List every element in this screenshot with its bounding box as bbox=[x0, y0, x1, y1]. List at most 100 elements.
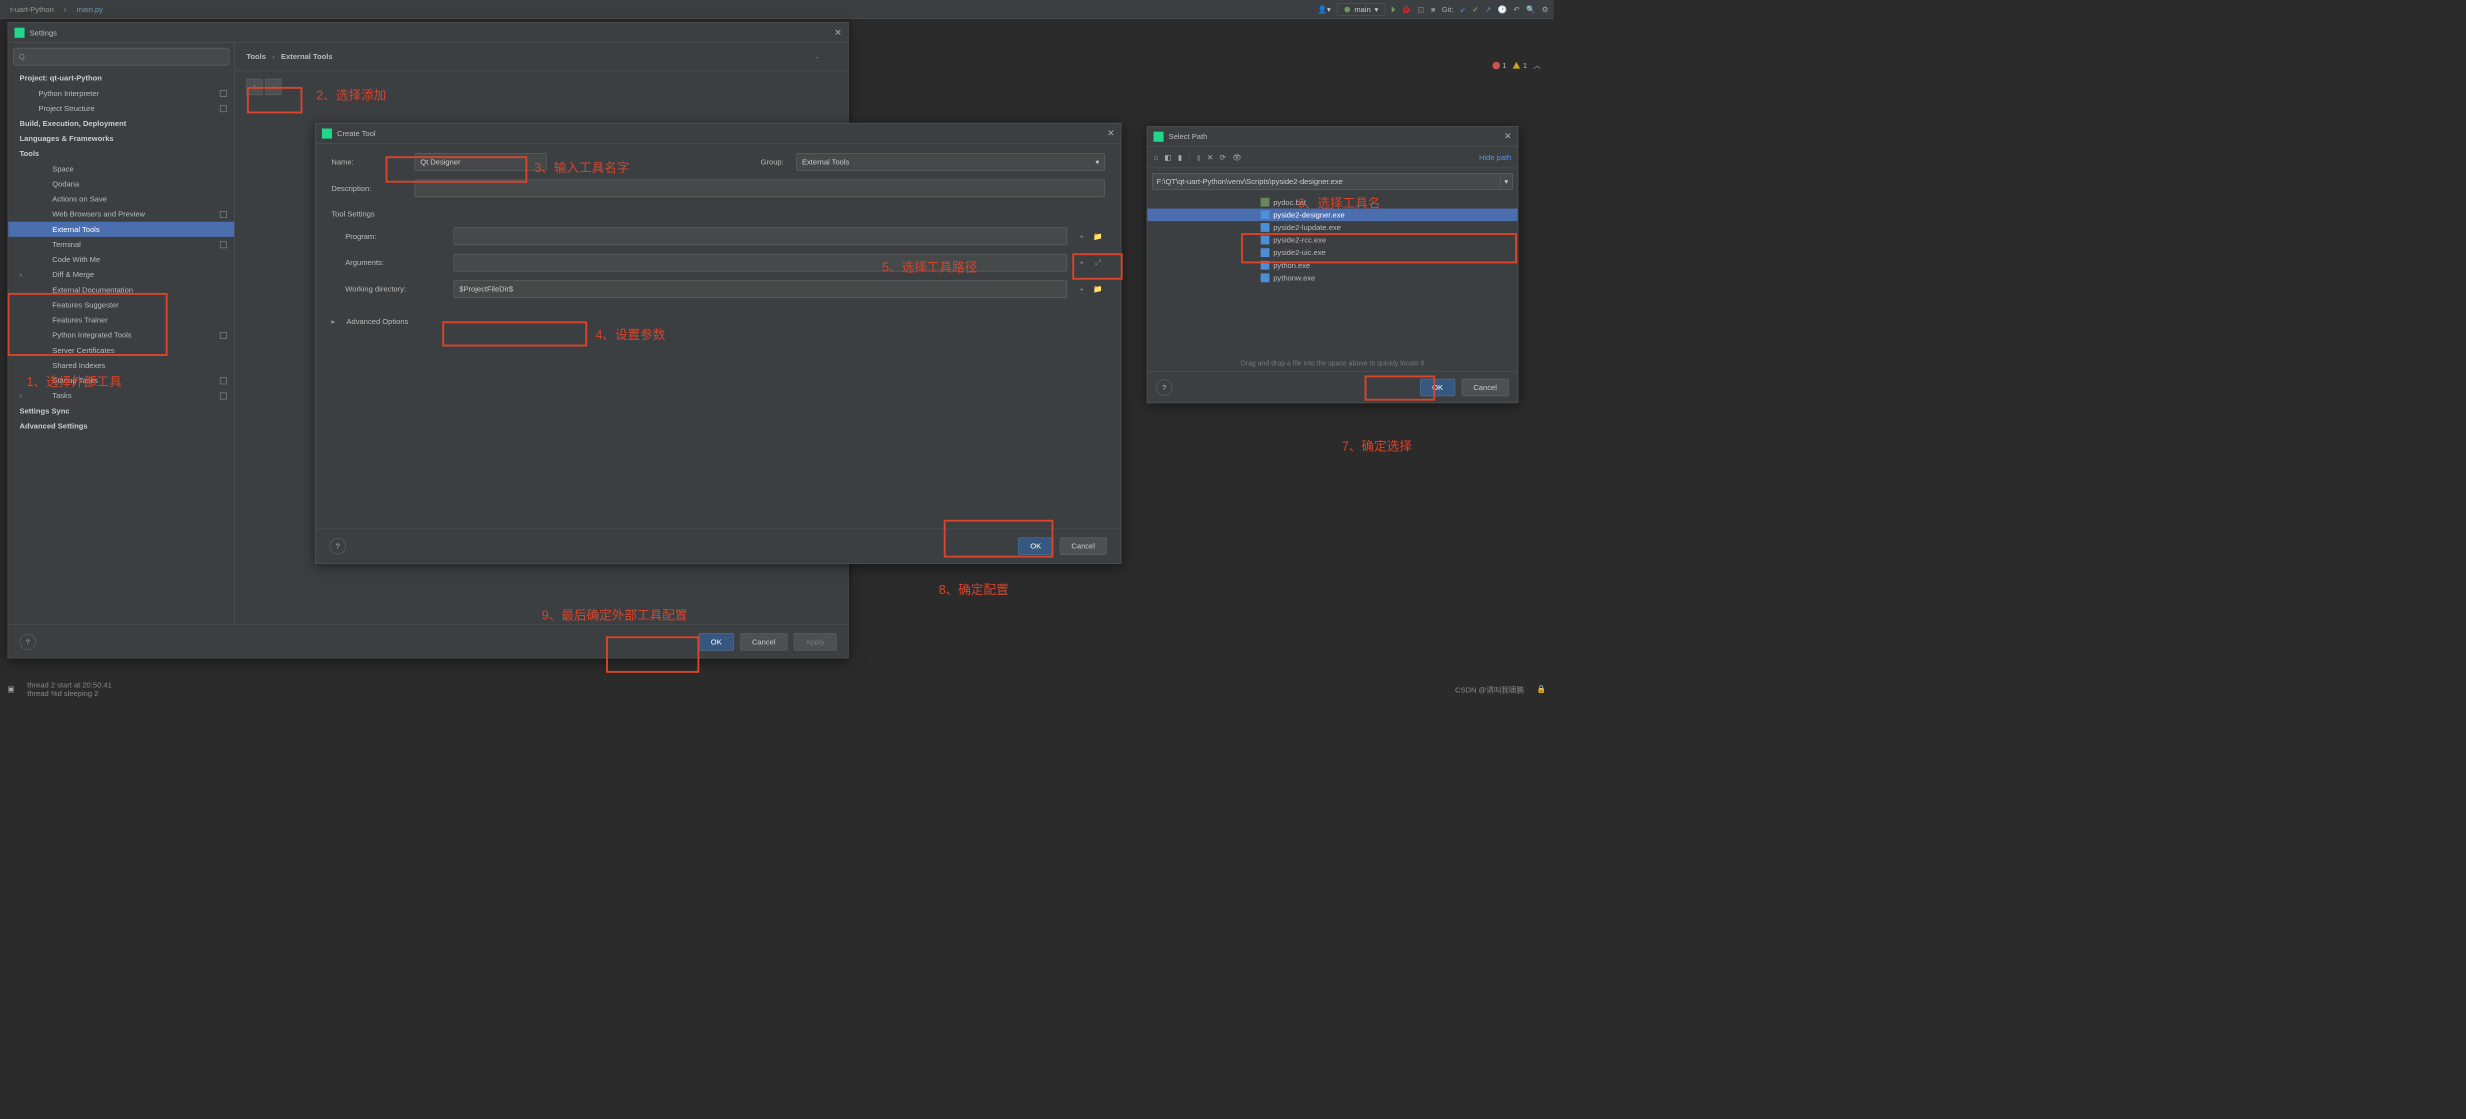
home-icon[interactable]: ⌂ bbox=[1154, 153, 1159, 162]
wd-input[interactable] bbox=[454, 280, 1068, 298]
git-push-icon[interactable]: ↗ bbox=[1485, 5, 1491, 14]
expand-icon[interactable]: ⤢ bbox=[1091, 256, 1105, 270]
tree-pyint[interactable]: Python Integrated Tools bbox=[8, 328, 234, 343]
tree-sync[interactable]: Settings Sync bbox=[8, 403, 234, 418]
tree-servercert[interactable]: Server Certificates bbox=[8, 343, 234, 358]
file-item[interactable]: pyside2-uic.exe bbox=[1147, 246, 1517, 259]
tree-extdoc[interactable]: External Documentation bbox=[8, 282, 234, 297]
file-name: pydoc.bat bbox=[1273, 198, 1306, 207]
refresh-icon[interactable]: ⟳ bbox=[1220, 153, 1226, 162]
insert-macro-icon[interactable]: + bbox=[1075, 256, 1089, 270]
new-folder-icon[interactable]: ▮ bbox=[1197, 153, 1201, 162]
search-icon[interactable]: 🔍 bbox=[1526, 5, 1535, 14]
help-icon[interactable]: ? bbox=[20, 634, 36, 650]
tree-web[interactable]: Web Browsers and Preview bbox=[8, 207, 234, 222]
settings-search[interactable]: Q˯ bbox=[13, 48, 229, 66]
tree-codewithme[interactable]: Code With Me bbox=[8, 252, 234, 267]
close-icon[interactable]: ✕ bbox=[1504, 131, 1511, 142]
tree-actions[interactable]: Actions on Save bbox=[8, 192, 234, 207]
file-icon bbox=[1261, 248, 1270, 257]
tree-interpreter[interactable]: Python Interpreter bbox=[8, 86, 234, 101]
git-history-icon[interactable]: 🕑 bbox=[1498, 5, 1507, 14]
tree-tasks[interactable]: ›Tasks bbox=[8, 388, 234, 403]
git-commit-icon[interactable]: ✔ bbox=[1472, 5, 1478, 14]
git-rollback-icon[interactable]: ↶ bbox=[1513, 5, 1519, 14]
tree-startup[interactable]: Startup Tasks bbox=[8, 373, 234, 388]
create-tool-ok-button[interactable]: OK bbox=[1018, 537, 1053, 555]
chevron-right-icon[interactable]: ▸ bbox=[331, 317, 335, 326]
select-path-toolbar: ⌂ ◧ ▮ | ▮ ✕ ⟳ 👁 Hide path bbox=[1147, 147, 1517, 168]
tree-lang[interactable]: ›Languages & Frameworks bbox=[8, 131, 234, 146]
run-config-select[interactable]: ⬣main ▾ bbox=[1337, 3, 1385, 16]
help-icon[interactable]: ? bbox=[329, 538, 345, 554]
file-item[interactable]: python.exe bbox=[1147, 259, 1517, 272]
tree-build[interactable]: ›Build, Execution, Deployment bbox=[8, 116, 234, 131]
close-icon[interactable]: ✕ bbox=[834, 27, 841, 38]
insert-macro-icon[interactable]: + bbox=[1075, 229, 1089, 243]
close-icon[interactable]: ✕ bbox=[1107, 128, 1114, 139]
file-item[interactable]: pydoc.bat bbox=[1147, 196, 1517, 209]
group-select[interactable]: External Tools▾ bbox=[796, 153, 1105, 171]
crumb-tools[interactable]: Tools bbox=[246, 52, 266, 61]
debug-icon[interactable]: 🐞 bbox=[1402, 5, 1411, 14]
project-icon[interactable]: ▮ bbox=[1178, 153, 1182, 162]
hide-path-link[interactable]: Hide path bbox=[1479, 153, 1511, 162]
help-icon[interactable]: ? bbox=[1156, 379, 1172, 395]
warning-count: 1 bbox=[1523, 61, 1527, 70]
file-item[interactable]: pythonw.exe bbox=[1147, 272, 1517, 285]
expand-icon[interactable]: ︿ bbox=[1533, 60, 1541, 71]
tree-terminal[interactable]: Terminal bbox=[8, 237, 234, 252]
stop-icon[interactable]: ■ bbox=[1431, 5, 1436, 14]
select-path-cancel-button[interactable]: Cancel bbox=[1461, 378, 1508, 396]
tree-sharedidx[interactable]: Shared Indexes bbox=[8, 358, 234, 373]
anno-text-8: 8、确定配置 bbox=[939, 580, 1009, 598]
lock-icon[interactable]: 🔒 bbox=[1537, 685, 1546, 694]
nav-back-icon[interactable]: ← bbox=[814, 52, 822, 61]
file-item[interactable]: pyside2-rcc.exe bbox=[1147, 234, 1517, 247]
tree-qodana[interactable]: Qodana bbox=[8, 176, 234, 191]
settings-ok-button[interactable]: OK bbox=[699, 633, 734, 651]
browse-icon[interactable]: 📁 bbox=[1091, 229, 1105, 243]
delete-icon[interactable]: ✕ bbox=[1207, 153, 1213, 162]
tree-tools[interactable]: ⌄Tools bbox=[8, 146, 234, 161]
tree-feattrain[interactable]: Features Trainer bbox=[8, 312, 234, 327]
ide-settings-icon[interactable]: ⚙ bbox=[1542, 5, 1549, 14]
git-update-icon[interactable]: ↙ bbox=[1460, 5, 1466, 14]
create-tool-cancel-button[interactable]: Cancel bbox=[1059, 537, 1106, 555]
user-icon[interactable]: 👤▾ bbox=[1318, 5, 1331, 14]
tree-adv[interactable]: Advanced Settings bbox=[8, 418, 234, 433]
anno-text-7: 7、确定选择 bbox=[1342, 436, 1412, 454]
breadcrumb: Tools › External Tools ←→ bbox=[235, 43, 848, 71]
desktop-icon[interactable]: ◧ bbox=[1164, 153, 1171, 162]
tree-featsugg[interactable]: Features Suggester bbox=[8, 297, 234, 312]
tree-diffmerge[interactable]: ›Diff & Merge bbox=[8, 267, 234, 282]
console-line-2: thread %d sleeping 2 bbox=[27, 689, 111, 698]
file-item[interactable]: pyside2-lupdate.exe bbox=[1147, 221, 1517, 234]
tree-structure[interactable]: Project Structure bbox=[8, 101, 234, 116]
chevron-down-icon[interactable]: ▾ bbox=[1500, 177, 1508, 186]
tree-project[interactable]: Project: qt-uart-Python bbox=[8, 71, 234, 86]
nav-fwd-icon[interactable]: → bbox=[829, 52, 837, 61]
remove-tool-button[interactable]: − bbox=[265, 79, 281, 95]
tree-space[interactable]: Space bbox=[8, 161, 234, 176]
add-tool-button[interactable]: + bbox=[246, 79, 262, 95]
path-input[interactable]: F:\QT\qt-uart-Python\venv\Scripts\pyside… bbox=[1152, 173, 1512, 189]
file-item[interactable]: pyside2-designer.exe bbox=[1147, 209, 1517, 222]
advanced-options[interactable]: Advanced Options bbox=[347, 317, 409, 326]
browse-icon[interactable]: 📁 bbox=[1091, 282, 1105, 296]
name-input[interactable] bbox=[415, 153, 547, 171]
desc-input[interactable] bbox=[415, 180, 1105, 198]
arguments-input[interactable] bbox=[454, 254, 1068, 272]
insert-macro-icon[interactable]: + bbox=[1075, 282, 1089, 296]
file-tab[interactable]: main.py bbox=[71, 2, 108, 16]
tree-external-tools[interactable]: External Tools bbox=[8, 222, 234, 237]
select-path-ok-button[interactable]: OK bbox=[1420, 378, 1455, 396]
terminal-icon[interactable]: ▣ bbox=[8, 685, 15, 694]
settings-apply-button[interactable]: Apply bbox=[794, 633, 837, 651]
program-input[interactable] bbox=[454, 227, 1068, 245]
show-hidden-icon[interactable]: 👁 bbox=[1232, 153, 1242, 162]
coverage-icon[interactable]: ◱ bbox=[1417, 5, 1424, 14]
file-icon bbox=[1261, 236, 1270, 245]
run-icon[interactable] bbox=[1392, 6, 1396, 12]
settings-cancel-button[interactable]: Cancel bbox=[740, 633, 787, 651]
